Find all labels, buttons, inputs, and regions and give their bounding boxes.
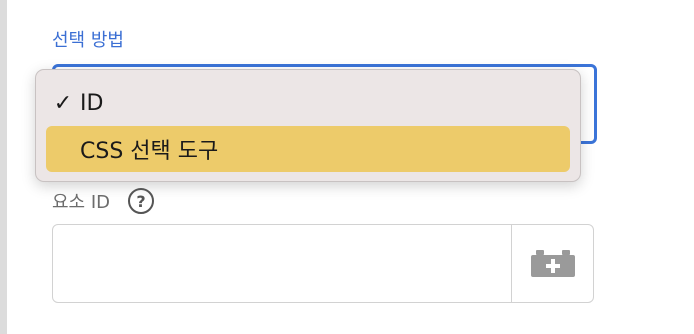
element-id-field bbox=[52, 224, 594, 303]
selection-method-menu: ✓ ID CSS 선택 도구 bbox=[35, 69, 581, 182]
form-panel: 선택 방법 ✓ ID CSS 선택 도구 요소 ID ? bbox=[0, 0, 694, 334]
panel-left-border bbox=[0, 0, 7, 334]
element-id-label: 요소 ID bbox=[52, 192, 111, 213]
selection-method-label: 선택 방법 bbox=[52, 30, 124, 51]
element-id-label-row: 요소 ID ? bbox=[52, 186, 155, 216]
menu-option-id[interactable]: ✓ ID bbox=[46, 80, 570, 126]
menu-option-label: ID bbox=[80, 90, 104, 116]
menu-option-label: CSS 선택 도구 bbox=[80, 139, 219, 164]
help-icon[interactable]: ? bbox=[128, 188, 155, 214]
element-picker-button[interactable] bbox=[511, 225, 593, 302]
element-id-input[interactable] bbox=[53, 225, 511, 302]
menu-option-css-selector[interactable]: CSS 선택 도구 bbox=[46, 126, 570, 172]
checkmark-icon: ✓ bbox=[53, 90, 73, 116]
lego-brick-add-icon bbox=[530, 249, 575, 277]
